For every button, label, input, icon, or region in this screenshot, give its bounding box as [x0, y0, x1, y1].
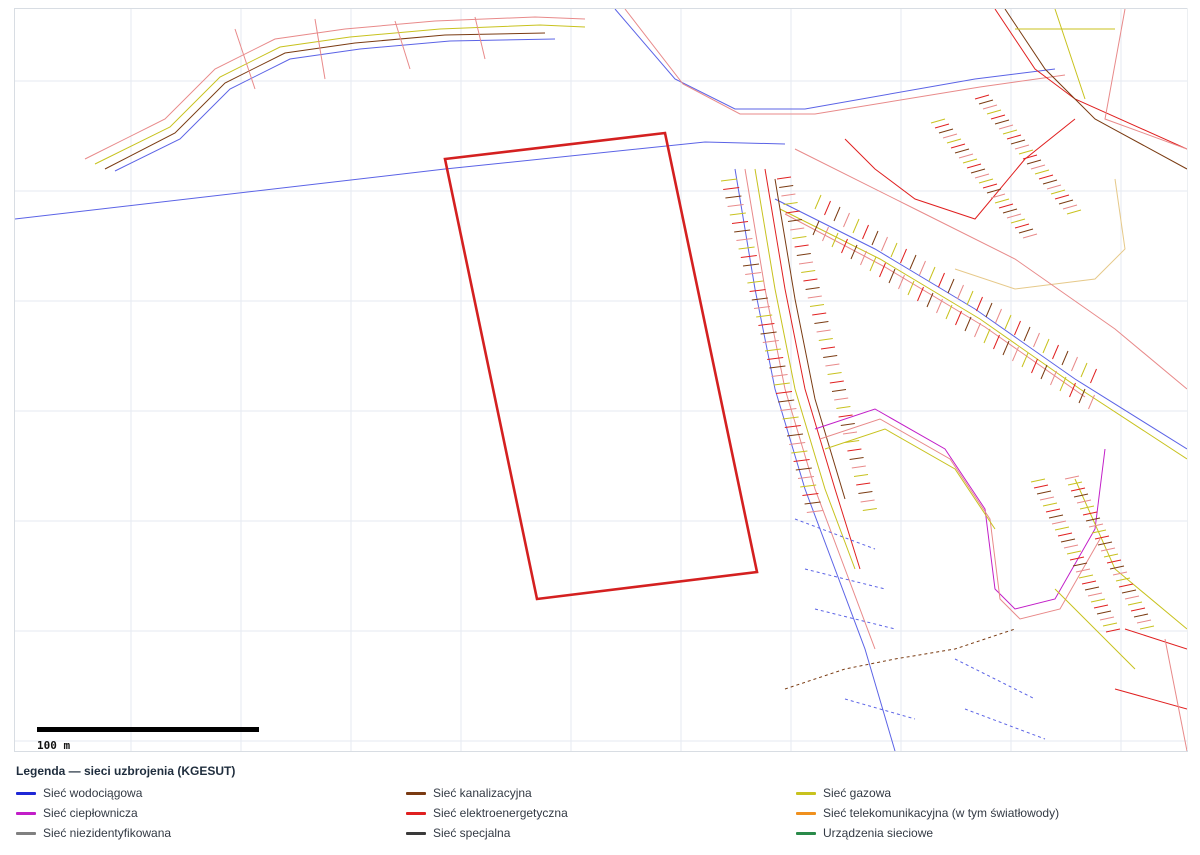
network-vertical-street	[734, 168, 896, 751]
legend-item-devices: Urządzenia sieciowe	[796, 825, 1176, 841]
legend-item-telecom: Sieć telekomunikacyjna (w tym światłowod…	[796, 805, 1176, 821]
legend-item-heating: Sieć ciepłownicza	[16, 805, 406, 821]
legend-grid: Sieć wodociągowa Sieć kanalizacyjna Sieć…	[16, 785, 1176, 841]
legend-item-unidentified: Sieć niezidentyfikowana	[16, 825, 406, 841]
map-view[interactable]: 100 m	[14, 8, 1188, 752]
legend-swatch	[796, 791, 816, 795]
legend-label: Sieć kanalizacyjna	[433, 786, 532, 800]
legend-swatch	[796, 811, 816, 815]
legend-label: Sieć elektroenergetyczna	[433, 806, 568, 820]
network-cluster-top-left	[84, 16, 586, 160]
legend-item-gas: Sieć gazowa	[796, 785, 1176, 801]
legend-swatch	[16, 831, 36, 835]
legend-swatch	[406, 831, 426, 835]
map-canvas[interactable]	[15, 9, 1187, 751]
legend-swatch	[406, 811, 426, 815]
service-connections	[720, 94, 1155, 633]
scale-bar	[37, 727, 259, 732]
legend-panel: Legenda — sieci uzbrojenia (KGESUT) Sieć…	[14, 758, 1186, 850]
legend-swatch	[406, 791, 426, 795]
legend-item-special: Sieć specjalna	[406, 825, 796, 841]
legend-label: Sieć ciepłownicza	[43, 806, 138, 820]
legend-item-water: Sieć wodociągowa	[16, 785, 406, 801]
legend-item-sewage: Sieć kanalizacyjna	[406, 785, 796, 801]
legend-label: Sieć niezidentyfikowana	[43, 826, 172, 840]
network-dashed-branches	[794, 518, 1046, 740]
legend-label: Sieć wodociągowa	[43, 786, 143, 800]
plot-boundary[interactable]	[443, 131, 759, 601]
network-loop-right	[814, 408, 1106, 610]
map-grid	[15, 9, 1187, 751]
legend-label: Urządzenia sieciowe	[823, 826, 934, 840]
legend-item-power: Sieć elektroenergetyczna	[406, 805, 796, 821]
side-panel-edge	[1187, 8, 1200, 750]
legend-swatch	[16, 811, 36, 815]
legend-swatch	[796, 831, 816, 835]
legend-title: Legenda — sieci uzbrojenia (KGESUT)	[16, 764, 236, 778]
legend-label: Sieć telekomunikacyjna (w tym światłowod…	[823, 806, 1060, 820]
scale-label: 100 m	[37, 739, 71, 752]
legend-label: Sieć specjalna	[433, 826, 511, 840]
legend-label: Sieć gazowa	[823, 786, 892, 800]
legend-swatch	[16, 791, 36, 795]
